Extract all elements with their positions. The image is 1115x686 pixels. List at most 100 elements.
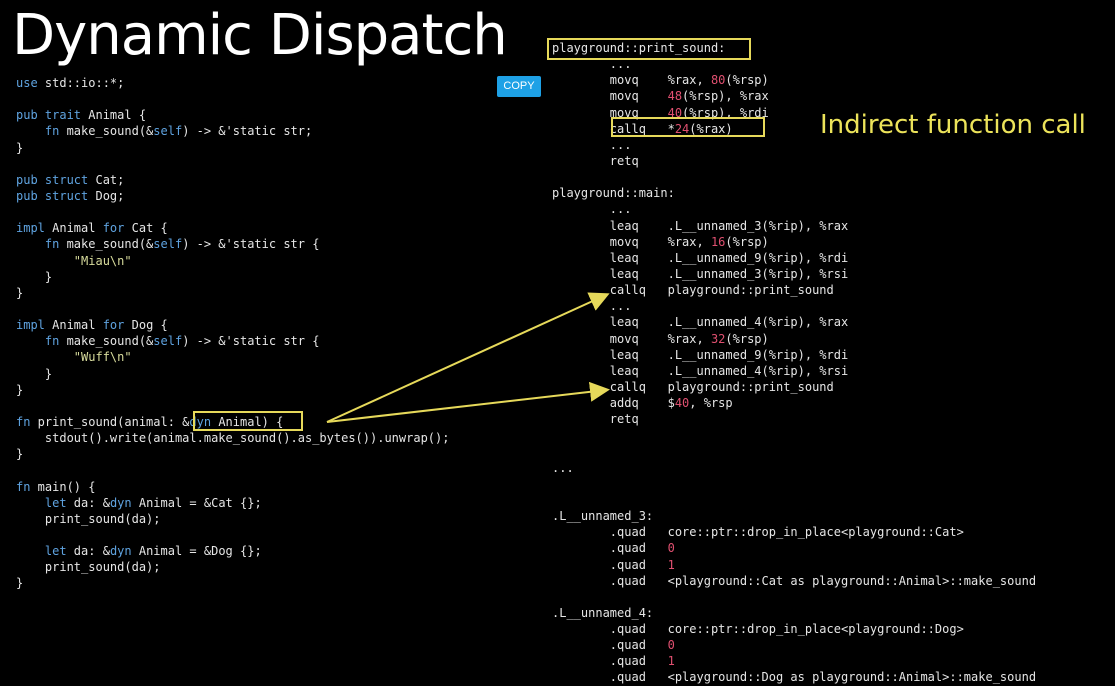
code-token: impl xyxy=(16,221,45,236)
rust-code-line: fn make_sound(&self) -> &'static str { xyxy=(16,236,449,252)
code-token: "Miau\n" xyxy=(16,253,132,268)
asm-code-line: leaq .L__unnamed_3(%rip), %rax xyxy=(552,218,1036,234)
code-token: leaq .L__unnamed_3(%rip), %rax xyxy=(552,218,849,233)
asm-code-line: playground::main: xyxy=(552,185,1036,201)
code-token: .quad core::ptr::drop_in_place<playgroun… xyxy=(552,622,964,637)
code-token: ... xyxy=(552,460,574,475)
code-token: da: & xyxy=(66,495,110,510)
code-token: self xyxy=(153,237,183,252)
asm-code-line: leaq .L__unnamed_4(%rip), %rsi xyxy=(552,363,1036,379)
asm-code-line: .quad 1 xyxy=(552,653,1036,669)
code-token: playground::main: xyxy=(552,186,675,201)
code-token: for xyxy=(102,221,125,236)
code-token: for xyxy=(102,318,125,333)
code-token: Animal { xyxy=(81,108,147,123)
rust-code-line: use std::io::*; xyxy=(16,75,449,91)
code-token: fn xyxy=(16,124,60,139)
rust-code-line xyxy=(16,204,449,220)
asm-code-line: .L__unnamed_3: xyxy=(552,508,1036,524)
asm-code-line: .quad core::ptr::drop_in_place<playgroun… xyxy=(552,524,1036,540)
rust-code-line: fn main() { xyxy=(16,479,449,495)
rust-code-line: } xyxy=(16,366,449,382)
code-token: ) -> &'static str { xyxy=(182,237,320,252)
code-token: retq xyxy=(552,153,639,168)
code-token: movq xyxy=(552,89,668,104)
asm-code-line: .quad 0 xyxy=(552,540,1036,556)
code-token: fn xyxy=(16,479,31,494)
asm-code-line: leaq .L__unnamed_9(%rip), %rdi xyxy=(552,347,1036,363)
code-token: pub struct xyxy=(16,172,89,187)
code-token: } xyxy=(16,285,24,300)
code-token: .quad core::ptr::drop_in_place<playgroun… xyxy=(552,525,964,540)
code-token: .quad <playground::Dog as playground::An… xyxy=(552,670,1037,685)
code-token: let xyxy=(16,495,67,510)
code-token: "Wuff\n" xyxy=(16,350,132,365)
rust-code-line xyxy=(16,91,449,107)
rust-code-line: stdout().write(animal.make_sound().as_by… xyxy=(16,430,450,446)
code-token: } xyxy=(16,576,24,591)
code-token: 1 xyxy=(667,557,675,572)
code-token: .quad xyxy=(552,541,668,556)
rust-code-line: pub trait Animal { xyxy=(16,107,449,123)
print-sound-label-highlight xyxy=(547,38,751,60)
code-token: } xyxy=(16,140,24,155)
code-token: pub struct xyxy=(16,188,89,203)
code-token: .L__unnamed_3: xyxy=(552,509,654,524)
code-token: Cat; xyxy=(88,172,125,187)
asm-code-line: .L__unnamed_4: xyxy=(552,605,1036,621)
code-token: dyn xyxy=(109,544,132,559)
code-token: self xyxy=(153,334,183,349)
code-token: self xyxy=(153,124,183,139)
code-token: } xyxy=(16,382,24,397)
code-token: 80 xyxy=(710,73,726,88)
code-token: } xyxy=(16,447,24,462)
rust-code-line xyxy=(16,462,449,478)
rust-code-line xyxy=(16,301,449,317)
code-token: .quad xyxy=(552,638,668,653)
asm-code-line: ... xyxy=(552,460,1036,476)
asm-code-line: .quad 0 xyxy=(552,637,1036,653)
rust-code-line: } xyxy=(16,446,449,462)
code-token: Animal xyxy=(44,221,103,236)
rust-code-line: let da: &dyn Animal = &Cat {}; xyxy=(16,495,449,511)
asm-code-line: movq 48(%rsp), %rax xyxy=(552,88,1036,104)
rust-code-line: fn make_sound(&self) -> &'static str; xyxy=(16,123,449,139)
code-token: fn xyxy=(16,414,31,429)
code-token: 48 xyxy=(667,89,683,104)
code-token: retq xyxy=(552,412,639,427)
code-token: print_sound(da); xyxy=(16,511,161,526)
code-token: (%rsp) xyxy=(725,73,769,88)
code-token: leaq .L__unnamed_4(%rip), %rax xyxy=(552,315,849,330)
code-token: movq %rax, xyxy=(552,73,711,88)
code-token: movq %rax, xyxy=(552,234,711,249)
code-token: 0 xyxy=(667,638,675,653)
rust-code-line: pub struct Cat; xyxy=(16,172,449,188)
asm-code-line: callq playground::print_sound xyxy=(552,282,1036,298)
code-token: pub trait xyxy=(16,108,82,123)
asm-code-line: ... xyxy=(552,298,1036,314)
code-token: 1 xyxy=(667,654,675,669)
rust-code-line: fn make_sound(&self) -> &'static str { xyxy=(16,333,449,349)
code-token: Animal = &Dog {}; xyxy=(131,544,262,559)
asm-code-line: leaq .L__unnamed_9(%rip), %rdi xyxy=(552,250,1036,266)
code-token: let xyxy=(16,544,67,559)
code-token: 0 xyxy=(667,541,675,556)
code-token: fn xyxy=(16,237,60,252)
rust-code-line: print_sound(da); xyxy=(16,559,449,575)
code-token: main() { xyxy=(30,479,96,494)
code-token: (%rsp), %rax xyxy=(682,89,769,104)
copy-button[interactable]: COPY xyxy=(497,76,541,97)
code-token: make_sound(& xyxy=(59,334,154,349)
code-token: } xyxy=(16,269,53,284)
code-token: callq playground::print_sound xyxy=(552,283,834,298)
code-token: leaq .L__unnamed_9(%rip), %rdi xyxy=(552,347,849,362)
code-token: leaq .L__unnamed_9(%rip), %rdi xyxy=(552,250,849,265)
code-token: 40 xyxy=(674,396,690,411)
asm-code-line xyxy=(552,589,1036,605)
asm-code-line: .quad 1 xyxy=(552,557,1036,573)
rust-code-line: } xyxy=(16,140,449,156)
rust-code-line: impl Animal for Cat { xyxy=(16,220,449,236)
rust-code-line: } xyxy=(16,575,449,591)
code-token: addq $ xyxy=(552,396,675,411)
asm-code-line xyxy=(552,427,1036,443)
